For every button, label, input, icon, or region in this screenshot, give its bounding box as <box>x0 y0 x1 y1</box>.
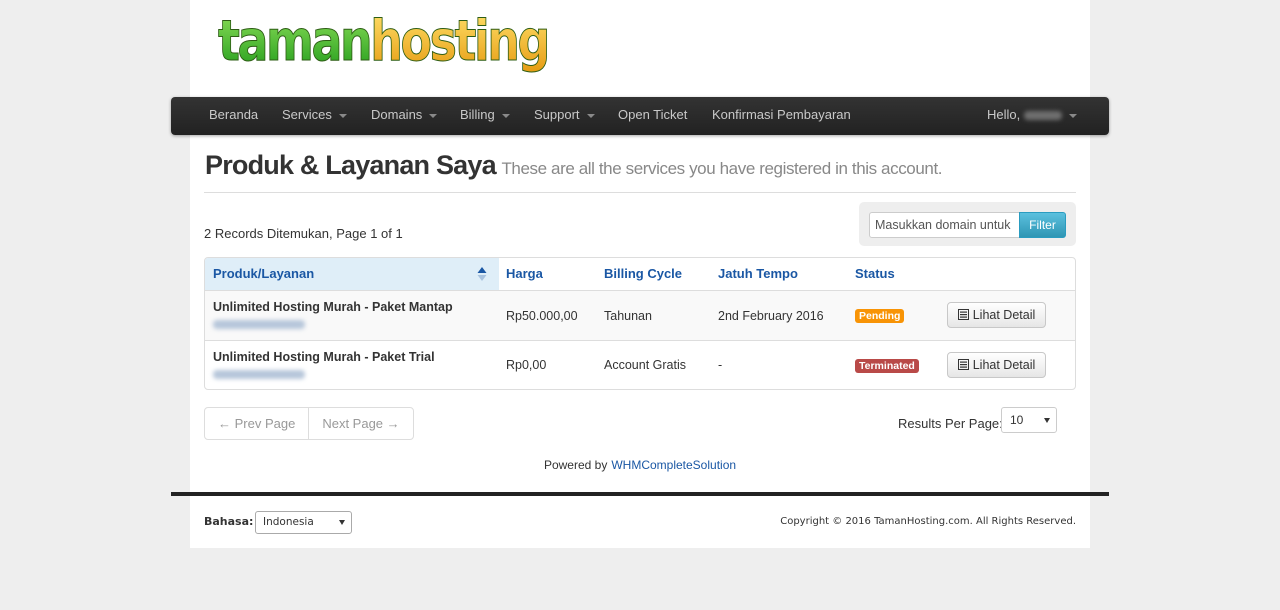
pagination: ← Prev Page Next Page → <box>204 407 414 440</box>
billing-cycle-cell: Tahunan <box>604 309 652 323</box>
status-badge: Terminated <box>855 359 919 373</box>
svg-text:tamanhosting: tamanhosting <box>218 9 548 74</box>
column-header-harga[interactable]: Harga <box>506 258 543 290</box>
whmcs-link[interactable]: WHMCompleteSolution <box>611 458 736 472</box>
prev-page-button[interactable]: ← Prev Page <box>205 408 308 439</box>
logo-part-taman: taman <box>218 9 370 74</box>
next-page-button[interactable]: Next Page → <box>309 408 412 439</box>
view-detail-button[interactable]: Lihat Detail <box>947 352 1046 378</box>
chevron-down-icon <box>1069 113 1078 118</box>
redacted-domain <box>213 370 305 379</box>
chevron-down-icon <box>586 113 595 118</box>
due-date-cell: 2nd February 2016 <box>718 309 824 323</box>
results-per-page-label: Results Per Page: <box>898 416 1003 431</box>
filter-button[interactable]: Filter <box>1019 212 1066 238</box>
page-heading: Produk & Layanan Saya These are all the … <box>205 150 943 181</box>
table-row: Unlimited Hosting Murah - Paket Trial Rp… <box>205 340 1075 389</box>
sort-icon <box>477 267 487 281</box>
column-header-status[interactable]: Status <box>855 258 895 290</box>
services-table: Produk/Layanan Harga Billing Cycle Jatuh… <box>204 257 1076 390</box>
results-per-page-select[interactable]: 10 <box>1001 407 1057 433</box>
column-header-produk[interactable]: Produk/Layanan <box>205 258 499 290</box>
billing-cycle-cell: Account Gratis <box>604 358 686 372</box>
redacted-domain <box>213 320 305 329</box>
product-name[interactable]: Unlimited Hosting Murah - Paket Mantap <box>213 300 453 314</box>
redacted-username <box>1024 111 1063 121</box>
page-subtitle: These are all the services you have regi… <box>501 159 943 178</box>
nav-billing[interactable]: Billing <box>460 97 510 135</box>
price-cell: Rp0,00 <box>506 358 547 372</box>
due-date-cell: - <box>718 358 723 372</box>
list-icon <box>957 359 969 370</box>
chevron-down-icon <box>338 113 347 118</box>
language-label: Bahasa: <box>204 515 254 528</box>
list-icon <box>957 309 969 320</box>
product-cell: Unlimited Hosting Murah - Paket Mantap <box>213 300 453 329</box>
product-name[interactable]: Unlimited Hosting Murah - Paket Trial <box>213 350 435 364</box>
copyright-text: Copyright © 2016 TamanHosting.com. All R… <box>780 516 1076 527</box>
page-title: Produk & Layanan Saya <box>205 150 497 180</box>
chevron-down-icon <box>1044 418 1050 423</box>
records-count: 2 Records Ditemukan, Page 1 of 1 <box>204 226 403 241</box>
nav-beranda[interactable]: Beranda <box>209 97 258 135</box>
logo-wordmark: tamanhosting <box>218 9 548 75</box>
chevron-down-icon <box>501 113 510 118</box>
logo-part-hosting: hosting <box>370 9 548 74</box>
powered-by: Powered by WHMCompleteSolution <box>543 458 737 472</box>
chevron-down-icon <box>429 113 438 118</box>
domain-search-input[interactable] <box>869 212 1020 238</box>
nav-support[interactable]: Support <box>534 97 595 135</box>
column-header-billing-cycle[interactable]: Billing Cycle <box>604 258 682 290</box>
nav-konfirmasi-pembayaran[interactable]: Konfirmasi Pembayaran <box>712 97 851 135</box>
nav-services[interactable]: Services <box>282 97 347 135</box>
table-row: Unlimited Hosting Murah - Paket Mantap R… <box>205 290 1075 340</box>
view-detail-button[interactable]: Lihat Detail <box>947 302 1046 328</box>
nav-user-menu[interactable]: Hello, <box>987 97 1078 135</box>
language-select[interactable]: Indonesia <box>255 511 352 534</box>
product-cell: Unlimited Hosting Murah - Paket Trial <box>213 350 435 379</box>
status-badge: Pending <box>855 309 905 323</box>
heading-divider <box>204 192 1076 193</box>
nav-domains[interactable]: Domains <box>371 97 438 135</box>
price-cell: Rp50.000,00 <box>506 309 578 323</box>
main-navbar: Beranda Services Domains Billing Support… <box>171 97 1109 135</box>
nav-open-ticket[interactable]: Open Ticket <box>618 97 687 135</box>
column-header-jatuh-tempo[interactable]: Jatuh Tempo <box>718 258 798 290</box>
site-logo[interactable]: tamanhosting <box>218 8 548 82</box>
footer-divider <box>171 492 1109 496</box>
chevron-down-icon <box>339 520 345 525</box>
